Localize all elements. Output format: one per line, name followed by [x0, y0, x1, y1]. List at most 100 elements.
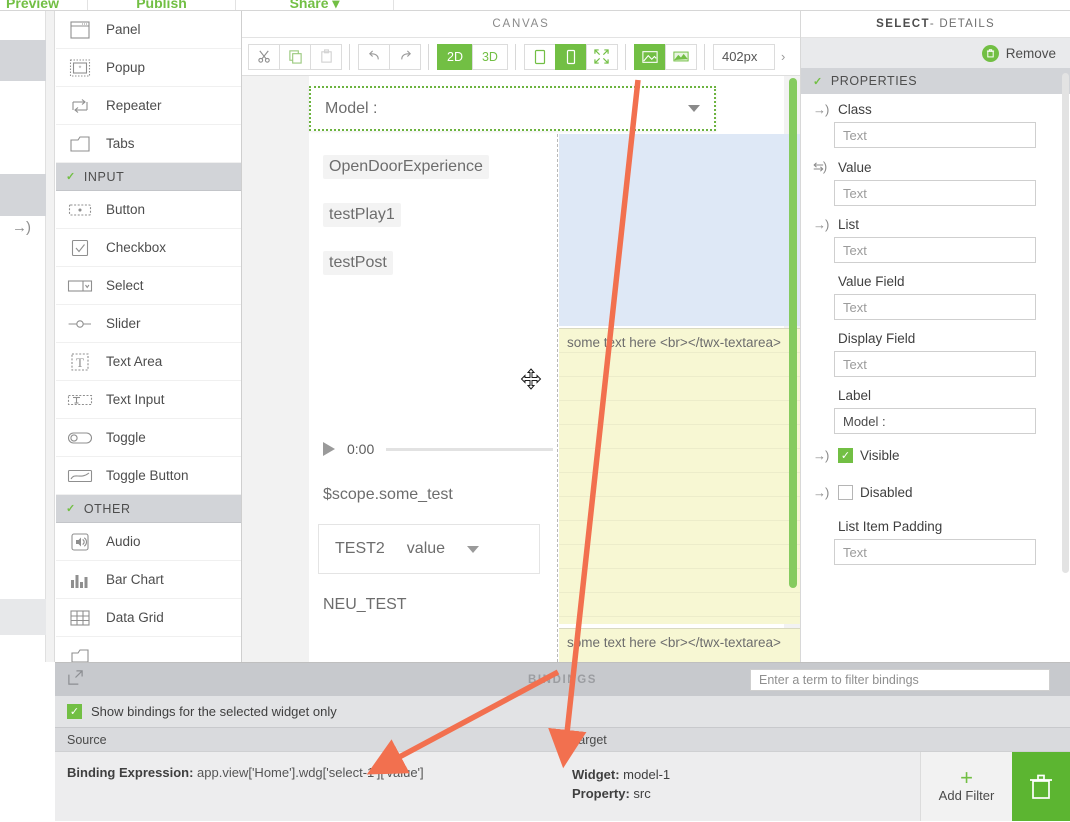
palette-item-slider[interactable]: Slider [56, 305, 241, 343]
audio-widget[interactable]: 0:00 [323, 431, 553, 467]
list-item[interactable]: OpenDoorExperience [323, 143, 553, 191]
chevron-down-icon [688, 105, 700, 112]
property-input-list[interactable]: Text [834, 237, 1036, 263]
tab-share[interactable]: Share ▾ [236, 0, 394, 10]
remove-button[interactable]: Remove [801, 38, 1070, 68]
property-row-value-field: →)Value Field Text [801, 266, 1070, 323]
audio-progress-track[interactable] [386, 447, 553, 451]
property-input-value-field[interactable]: Text [834, 294, 1036, 320]
property-label: →)Display Field [813, 331, 1070, 346]
property-label-text: Display Field [838, 331, 916, 346]
tab-extra[interactable] [394, 0, 514, 10]
palette-item-button[interactable]: Button [56, 191, 241, 229]
property-input-value[interactable]: Text [834, 180, 1036, 206]
property-checkbox-visible[interactable]: ✓ [838, 448, 853, 463]
delete-binding-button[interactable] [1012, 752, 1070, 821]
scope-widget[interactable]: $scope.some_test [323, 471, 553, 519]
view-2d-toggle[interactable]: 2D [437, 43, 473, 70]
canvas-vertical-scrollbar[interactable] [789, 78, 797, 588]
neu-widget[interactable]: NEU_TEST [323, 581, 553, 629]
binding-arrow-icon: →) [813, 448, 829, 463]
property-input-label[interactable]: Model : [834, 408, 1036, 434]
properties-vertical-scrollbar[interactable] [1062, 73, 1069, 573]
property-input-list-item-padding[interactable]: Text [834, 539, 1036, 565]
toolbar-more-icon[interactable]: › [781, 49, 785, 64]
binding-target-cell: Widget: model-1 Property: src [560, 752, 920, 821]
property-label: →) List [813, 217, 1070, 232]
table-row[interactable]: Binding Expression: app.view['Home'].wdg… [55, 751, 1070, 821]
redo-button[interactable] [389, 43, 421, 70]
palette-item-data-grid[interactable]: Data Grid [56, 599, 241, 637]
blue-panel-widget[interactable] [559, 134, 800, 326]
tab-preview[interactable]: Preview [0, 0, 88, 10]
palette-section-other[interactable]: ✓ OTHER [56, 495, 241, 523]
expand-icon[interactable] [67, 669, 84, 690]
property-input-display-field[interactable]: Text [834, 351, 1036, 377]
palette-item-toggle[interactable]: Toggle [56, 419, 241, 457]
device-fullscreen-icon[interactable] [585, 43, 618, 70]
device-phone-icon[interactable] [554, 43, 587, 70]
device-tablet-icon[interactable] [523, 43, 556, 70]
data-grid-widget[interactable]: TEST2 value [318, 524, 540, 574]
list-item[interactable]: testPost [323, 239, 553, 287]
view-3d-toggle[interactable]: 3D [471, 43, 508, 70]
undo-button[interactable] [358, 43, 390, 70]
properties-section-header[interactable]: ✓ PROPERTIES [801, 68, 1070, 94]
property-checkbox-disabled[interactable] [838, 485, 853, 500]
show-selected-only-checkbox[interactable]: ✓ [67, 704, 82, 719]
bindings-filter-input[interactable]: Enter a term to filter bindings [750, 669, 1050, 691]
property-row-list: →) List Text [801, 209, 1070, 266]
media-image-off-icon[interactable] [664, 43, 697, 70]
palette-item-bar-chart[interactable]: Bar Chart [56, 561, 241, 599]
textarea-widget-bottom[interactable]: some text here <br></twx-textarea> [559, 628, 800, 662]
neu-label: NEU_TEST [323, 596, 407, 613]
cut-button[interactable] [248, 43, 280, 70]
property-checkbox-row-visible[interactable]: →) ✓ Visible [801, 437, 1070, 474]
toggle-icon [66, 427, 94, 449]
chevron-down-icon[interactable] [467, 545, 480, 553]
palette-item-checkbox[interactable]: Checkbox [56, 229, 241, 267]
toolbar-divider-4 [624, 43, 626, 70]
play-icon[interactable] [323, 442, 335, 456]
palette-section-input[interactable]: ✓ INPUT [56, 163, 241, 191]
copy-button[interactable] [279, 43, 311, 70]
textarea-widget-top[interactable]: some text here <br></twx-textarea> [559, 328, 800, 624]
palette-item-partial[interactable] [56, 637, 241, 662]
text-input-icon [66, 389, 94, 411]
canvas-width-input[interactable]: 402px [712, 43, 775, 70]
property-input-class[interactable]: Text [834, 122, 1036, 148]
show-selected-only-row[interactable]: ✓ Show bindings for the selected widget … [55, 696, 1070, 727]
palette-item-label: Tabs [106, 136, 135, 151]
binding-expression-value: app.view['Home'].wdg['select-1']['value'… [197, 765, 424, 780]
widget-label: testPlay1 [323, 203, 401, 227]
property-label-text: Class [838, 102, 872, 117]
palette-item-label: Data Grid [106, 610, 164, 625]
palette-item-select[interactable]: Select [56, 267, 241, 305]
palette-item-label: Bar Chart [106, 572, 164, 587]
toolbar-divider-1 [349, 43, 350, 70]
scope-label: $scope.some_test [323, 486, 453, 503]
palette-item-tabs[interactable]: Tabs [56, 125, 241, 163]
palette-item-audio[interactable]: Audio [56, 523, 241, 561]
palette-section-label: INPUT [83, 169, 125, 184]
paste-button[interactable] [310, 43, 342, 70]
palette-item-popup[interactable]: * Popup [56, 49, 241, 87]
toggle-button-icon [66, 465, 94, 487]
media-image-on-icon[interactable] [633, 43, 666, 70]
palette-item-text-input[interactable]: Text Input [56, 381, 241, 419]
list-item[interactable]: testPlay1 [323, 191, 553, 239]
palette-item-repeater[interactable]: Repeater [56, 87, 241, 125]
binding-expression-label: Binding Expression: [67, 765, 194, 780]
property-label-text: Value Field [838, 274, 905, 289]
palette-item-label: Text Input [106, 392, 165, 407]
palette-item-text-area[interactable]: T Text Area [56, 343, 241, 381]
palette-item-panel[interactable]: Panel [56, 11, 241, 49]
trash-icon [981, 44, 999, 62]
palette-section-label: OTHER [83, 501, 131, 516]
selected-select-widget[interactable]: Model : [309, 86, 716, 131]
palette-item-toggle-button[interactable]: Toggle Button [56, 457, 241, 495]
tab-publish[interactable]: Publish [88, 0, 236, 10]
add-filter-button[interactable]: + Add Filter [920, 752, 1012, 821]
partial-widget-icon [66, 645, 94, 662]
property-checkbox-row-disabled[interactable]: →) Disabled [801, 474, 1070, 511]
